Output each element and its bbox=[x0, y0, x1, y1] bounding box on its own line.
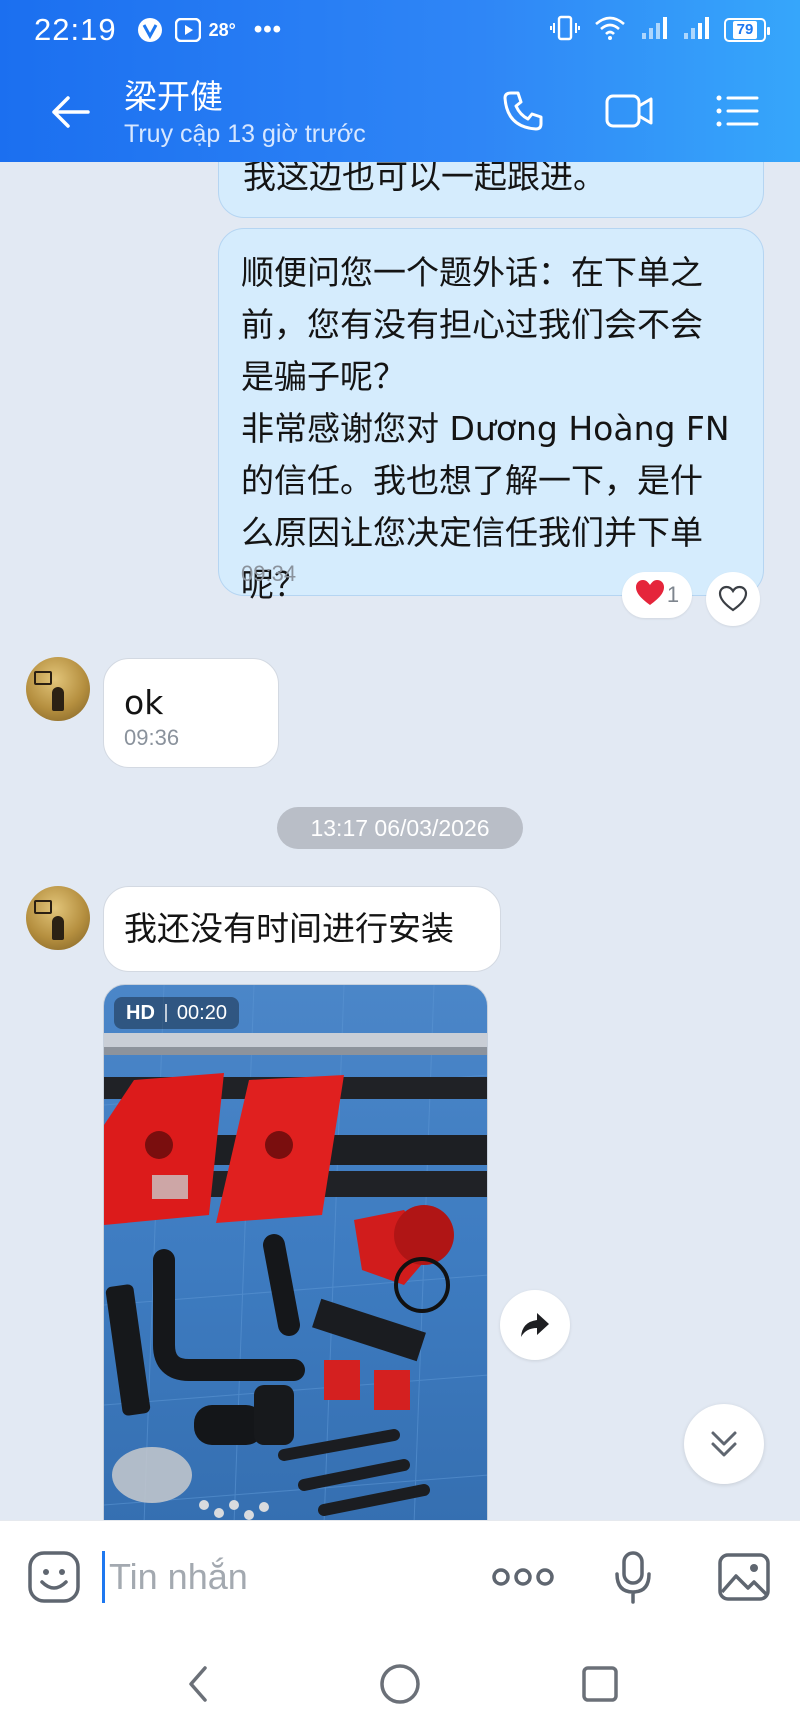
chat-area[interactable]: 我这边也可以一起跟进。 顺便问您一个题外话：在下单之 前，您有没有担心过我们会不… bbox=[0, 162, 800, 1520]
outgoing-message-partial[interactable]: 我这边也可以一起跟进。 bbox=[218, 162, 764, 218]
nav-back-icon[interactable] bbox=[170, 1656, 226, 1712]
heart-outline-icon[interactable] bbox=[706, 572, 760, 626]
message-text: ok bbox=[124, 683, 164, 722]
reaction-count: 1 bbox=[666, 582, 680, 607]
back-arrow-icon[interactable] bbox=[48, 90, 92, 134]
microphone-icon[interactable] bbox=[603, 1547, 663, 1607]
avatar[interactable] bbox=[26, 657, 90, 721]
top-bar: 22:19 28° ••• 79 梁开健 Truy cập 13 giờ trư… bbox=[0, 0, 800, 162]
video-thumbnail bbox=[104, 985, 487, 1520]
vibrate-icon bbox=[550, 13, 580, 48]
nav-home-icon[interactable] bbox=[372, 1656, 428, 1712]
video-quality: HD bbox=[126, 1001, 155, 1024]
video-call-icon[interactable] bbox=[604, 86, 654, 136]
status-bar: 22:19 28° ••• 79 bbox=[0, 0, 800, 60]
outgoing-message[interactable]: 顺便问您一个题外话：在下单之 前，您有没有担心过我们会不会 是骗子呢？ 非常感谢… bbox=[218, 228, 764, 604]
image-gallery-icon[interactable] bbox=[714, 1547, 774, 1607]
battery-icon: 79 bbox=[724, 18, 770, 42]
phone-icon[interactable] bbox=[498, 86, 548, 136]
media-icon bbox=[174, 18, 201, 42]
status-time: 22:19 bbox=[34, 12, 117, 47]
scroll-down-icon[interactable] bbox=[684, 1404, 764, 1484]
video-badge: HD 00:20 bbox=[114, 997, 239, 1029]
avatar[interactable] bbox=[26, 886, 90, 950]
signal-icon bbox=[640, 15, 668, 46]
video-message[interactable]: HD 00:20 bbox=[103, 984, 488, 1520]
system-navigation-bar bbox=[0, 1634, 800, 1734]
vpn-icon bbox=[137, 17, 163, 43]
menu-icon[interactable] bbox=[712, 86, 762, 136]
message-text: 我还没有时间进行安装 bbox=[124, 909, 454, 948]
contact-name[interactable]: 梁开健 bbox=[124, 70, 223, 118]
reaction-summary[interactable]: 1 bbox=[622, 572, 692, 618]
share-forward-icon[interactable] bbox=[500, 1290, 570, 1360]
message-input[interactable] bbox=[102, 1551, 462, 1603]
more-notifications-icon: ••• bbox=[253, 16, 283, 43]
incoming-message[interactable]: 我还没有时间进行安装 bbox=[103, 886, 501, 972]
signal-2-icon bbox=[682, 15, 710, 46]
message-time: 09:34 bbox=[241, 561, 297, 586]
message-input-bar bbox=[0, 1520, 800, 1634]
emoji-icon[interactable] bbox=[24, 1547, 84, 1607]
date-separator: 13:17 06/03/2026 bbox=[277, 807, 523, 849]
nav-recents-icon[interactable] bbox=[572, 1656, 628, 1712]
message-text: 我这边也可以一起跟进。 bbox=[243, 162, 606, 196]
message-text: 顺便问您一个题外话：在下单之 前，您有没有担心过我们会不会 是骗子呢？ 非常感谢… bbox=[241, 253, 730, 604]
status-right: 79 bbox=[550, 13, 770, 48]
more-options-icon[interactable] bbox=[488, 1547, 558, 1607]
message-time: 09:36 bbox=[124, 725, 180, 750]
last-seen-status: Truy cập 13 giờ trước bbox=[124, 120, 366, 148]
incoming-message[interactable]: ok 09:36 bbox=[103, 658, 279, 768]
chat-header: 梁开健 Truy cập 13 giờ trước bbox=[0, 60, 800, 162]
heart-filled-icon bbox=[635, 579, 665, 612]
temperature-text: 28° bbox=[208, 19, 236, 40]
wifi-icon bbox=[594, 15, 626, 46]
battery-level: 79 bbox=[732, 21, 758, 39]
badge-divider bbox=[164, 1004, 167, 1022]
video-duration: 00:20 bbox=[176, 1001, 227, 1024]
